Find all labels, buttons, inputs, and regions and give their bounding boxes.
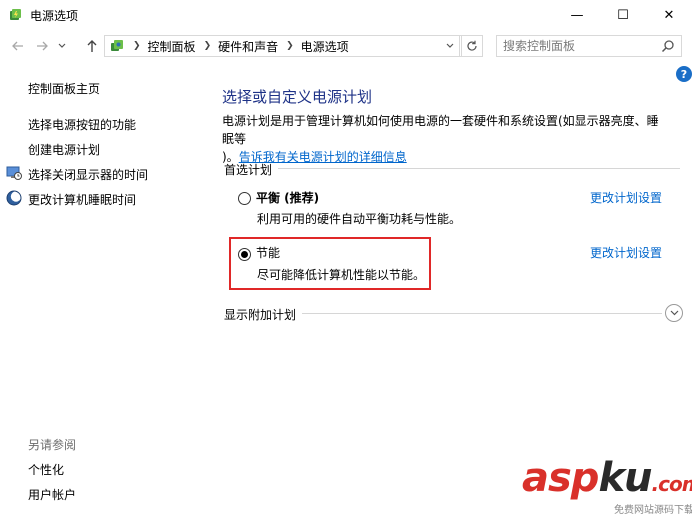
window-title: 电源选项	[30, 9, 79, 23]
back-button[interactable]	[8, 36, 28, 56]
breadcrumb-hardware-sound[interactable]: 硬件和声音	[218, 38, 278, 55]
maximize-button[interactable]: ☐	[600, 0, 646, 30]
expand-additional-plans-button[interactable]	[665, 304, 683, 322]
help-icon: ?	[680, 67, 688, 81]
page-description: 电源计划是用于管理计算机如何使用电源的一套硬件和系统设置(如显示器亮度、睡眠等 …	[222, 112, 662, 166]
search-input[interactable]	[503, 39, 653, 53]
recent-locations-button[interactable]	[52, 36, 72, 56]
back-arrow-icon	[12, 41, 23, 51]
sidebar-item-power-buttons[interactable]: 选择电源按钮的功能	[28, 116, 136, 133]
forward-button[interactable]	[32, 36, 52, 56]
control-panel-icon	[111, 40, 123, 51]
divider	[302, 313, 662, 314]
plan-balanced-radio[interactable]	[238, 192, 251, 205]
plan-power-saver-change-settings-link[interactable]: 更改计划设置	[590, 244, 662, 261]
address-history-button[interactable]	[440, 35, 460, 57]
close-button[interactable]: ✕	[646, 0, 692, 30]
breadcrumb-separator-icon: ❯	[286, 41, 294, 51]
plan-balanced-description: 利用可用的硬件自动平衡功耗与性能。	[257, 212, 462, 226]
plan-balanced-name[interactable]: 平衡 (推荐)	[256, 189, 319, 206]
moon-icon	[6, 190, 22, 206]
sidebar-item-display-off-time[interactable]: 选择关闭显示器的时间	[28, 166, 148, 183]
search-icon[interactable]	[661, 39, 675, 53]
minimize-icon: —	[570, 7, 584, 23]
navigation-bar: ❯ 控制面板 ❯ 硬件和声音 ❯ 电源选项	[0, 32, 692, 60]
plan-power-saver-name[interactable]: 节能	[256, 244, 280, 261]
page-title: 选择或自定义电源计划	[222, 88, 373, 106]
preferred-plans-label: 首选计划	[224, 163, 273, 177]
chevron-down-icon	[446, 43, 453, 48]
title-bar: 电源选项 — ☐ ✕	[0, 0, 692, 30]
monitor-clock-icon	[6, 166, 22, 180]
up-arrow-icon	[87, 40, 97, 52]
up-button[interactable]	[82, 36, 102, 56]
breadcrumb-control-panel[interactable]: 控制面板	[148, 38, 196, 55]
show-additional-plans-label[interactable]: 显示附加计划	[224, 306, 296, 323]
divider	[278, 168, 680, 169]
plan-balanced-change-settings-link[interactable]: 更改计划设置	[590, 189, 662, 206]
watermark-text: aspku.com	[522, 455, 692, 501]
forward-arrow-icon	[37, 41, 48, 51]
description-line-1: 电源计划是用于管理计算机如何使用电源的一套硬件和系统设置(如显示器亮度、睡眠等	[222, 114, 659, 146]
address-bar[interactable]: ❯ 控制面板 ❯ 硬件和声音 ❯ 电源选项	[104, 35, 462, 57]
refresh-button[interactable]	[461, 35, 483, 57]
see-also-user-accounts-link[interactable]: 用户帐户	[28, 486, 76, 503]
see-also-heading: 另请参阅	[28, 438, 77, 452]
close-icon: ✕	[663, 7, 675, 23]
plan-power-saver-description: 尽可能降低计算机性能以节能。	[257, 268, 426, 282]
breadcrumb-power-options[interactable]: 电源选项	[301, 38, 349, 55]
power-options-icon	[10, 9, 21, 20]
maximize-icon: ☐	[617, 7, 629, 23]
sidebar-item-sleep-time[interactable]: 更改计算机睡眠时间	[28, 191, 136, 208]
watermark-logo: aspku.com 免费网站源码下载站!	[522, 455, 692, 516]
sidebar-item-create-plan[interactable]: 创建电源计划	[28, 141, 100, 158]
chevron-down-icon	[670, 310, 678, 316]
help-button[interactable]: ?	[676, 66, 692, 82]
refresh-icon	[467, 40, 477, 51]
chevron-down-icon	[58, 43, 66, 48]
search-box[interactable]	[496, 35, 682, 57]
control-panel-home-link[interactable]: 控制面板主页	[28, 80, 100, 97]
breadcrumb-separator-icon: ❯	[203, 41, 212, 51]
watermark-subtitle: 免费网站源码下载站!	[614, 505, 692, 516]
breadcrumb-separator-icon: ❯	[133, 41, 141, 51]
see-also-personalization-link[interactable]: 个性化	[28, 461, 64, 478]
plan-power-saver-radio[interactable]	[238, 248, 251, 261]
minimize-button[interactable]: —	[554, 0, 600, 30]
